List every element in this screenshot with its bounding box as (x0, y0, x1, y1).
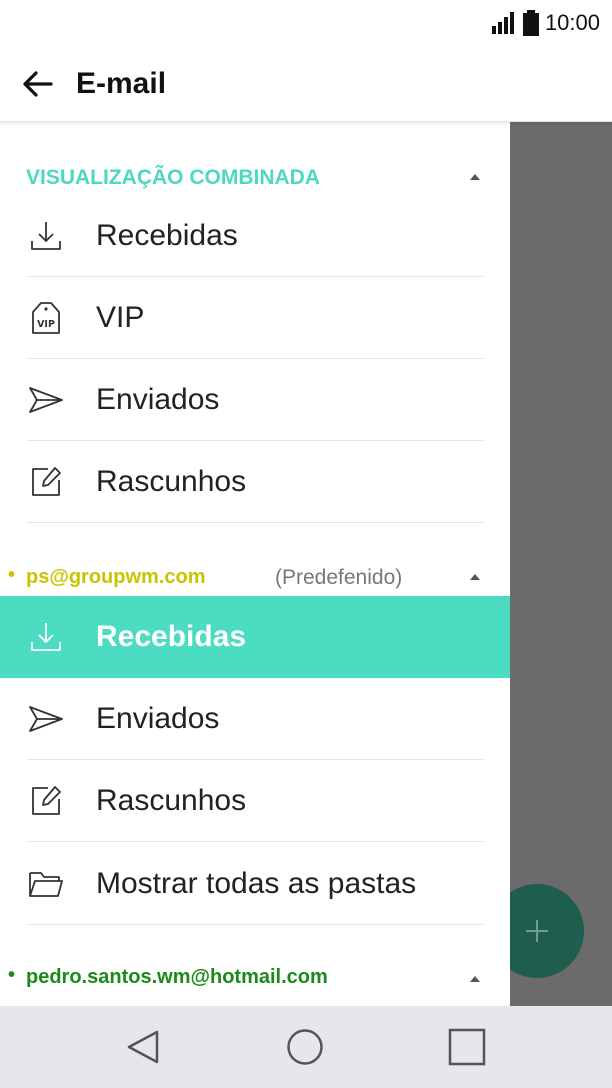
account-header-hotmail[interactable]: • pedro.santos.wm@hotmail.com (0, 958, 510, 998)
home-circle-icon (287, 1029, 323, 1065)
divider (27, 841, 483, 842)
combined-drafts-item[interactable]: Rascunhos (0, 441, 510, 523)
combined-vip-label: VIP (96, 301, 145, 334)
combined-inbox-label: Recebidas (96, 219, 238, 252)
inbox-download-icon (27, 618, 65, 656)
navigation-drawer: VISUALIZAÇÃO COMBINADA Recebidas VIP VIP (0, 122, 510, 1006)
status-time: 10:00 (544, 10, 600, 35)
account-drafts-item[interactable]: Rascunhos (0, 760, 510, 842)
signal-icon (491, 12, 514, 34)
vip-tag-icon: VIP (27, 299, 65, 337)
show-all-folders-item[interactable]: Mostrar todas as pastas (0, 843, 510, 925)
edit-draft-icon (27, 782, 65, 820)
combined-vip-item[interactable]: VIP VIP (0, 277, 510, 359)
app-bar: E-mail (0, 48, 612, 122)
svg-text:VIP: VIP (37, 319, 55, 330)
drawer-scrim[interactable] (510, 122, 612, 1006)
account-sent-item[interactable]: Enviados (0, 678, 510, 760)
account-drafts-label: Rascunhos (96, 784, 247, 817)
send-icon (27, 381, 65, 419)
collapse-caret-icon[interactable] (470, 976, 480, 982)
edit-draft-icon (27, 463, 65, 501)
combined-view-title: VISUALIZAÇÃO COMBINADA (26, 166, 320, 189)
arrow-left-icon (23, 71, 53, 97)
show-all-folders-label: Mostrar todas as pastas (96, 867, 417, 900)
account-email: pedro.santos.wm@hotmail.com (26, 966, 328, 988)
recents-square-icon (448, 1028, 486, 1066)
combined-sent-item[interactable]: Enviados (0, 359, 510, 441)
status-bar: 10:00 (0, 0, 612, 48)
combined-sent-label: Enviados (96, 383, 220, 416)
folder-icon (27, 865, 65, 903)
collapse-caret-icon[interactable] (470, 574, 480, 580)
default-account-label: (Predefenido) (275, 566, 403, 589)
system-nav-bar (0, 1006, 612, 1088)
account-bullet: • (8, 964, 16, 986)
combined-view-header[interactable]: VISUALIZAÇÃO COMBINADA (0, 158, 510, 198)
combined-drafts-label: Rascunhos (96, 465, 247, 498)
account-email: ps@groupwm.com (26, 566, 206, 588)
combined-inbox-item[interactable]: Recebidas (0, 195, 510, 277)
account-sent-label: Enviados (96, 702, 220, 735)
send-icon (27, 700, 65, 738)
nav-recents-button[interactable] (444, 1024, 490, 1070)
nav-home-button[interactable] (282, 1024, 328, 1070)
account-inbox-item[interactable]: Recebidas (0, 596, 510, 678)
nav-back-button[interactable] (120, 1024, 166, 1070)
account-header-ps[interactable]: • ps@groupwm.com (Predefenido) (0, 558, 510, 598)
back-button[interactable] (18, 64, 58, 104)
page-title: E-mail (76, 67, 167, 100)
divider (27, 522, 483, 523)
collapse-caret-icon[interactable] (470, 174, 480, 180)
inbox-download-icon (27, 217, 65, 255)
account-inbox-label: Recebidas (96, 620, 247, 653)
account-bullet: • (8, 564, 16, 586)
plus-icon (526, 920, 548, 942)
status-icons: 10:00 (491, 9, 600, 37)
back-triangle-icon (127, 1030, 159, 1064)
divider (27, 924, 483, 925)
battery-icon (522, 10, 539, 36)
